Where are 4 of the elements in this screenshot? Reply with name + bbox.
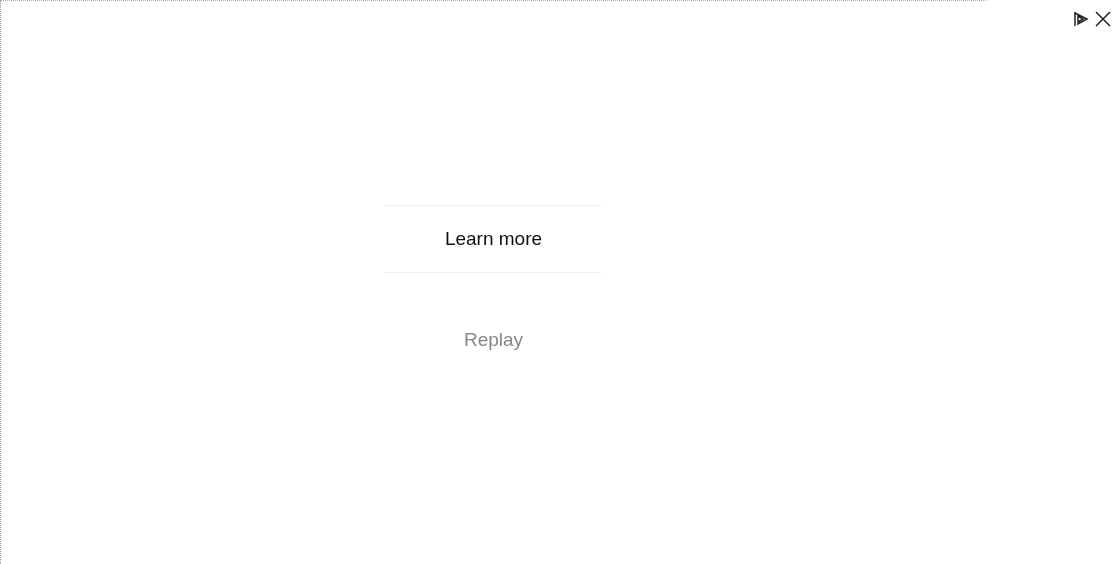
ad-choices-icon[interactable] [1072,10,1090,28]
close-icon[interactable] [1094,10,1112,28]
learn-more-button[interactable]: Learn more [384,205,603,273]
replay-button[interactable]: Replay [459,327,528,353]
